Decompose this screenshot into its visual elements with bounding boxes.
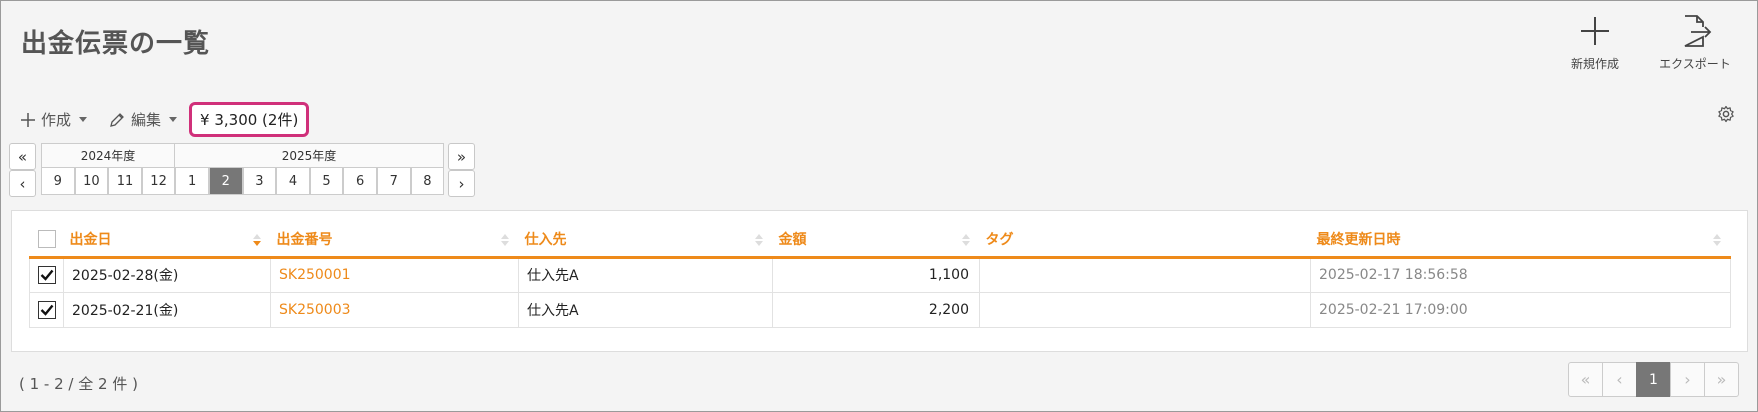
column-label: タグ bbox=[985, 232, 1014, 249]
caret-down-icon bbox=[79, 117, 88, 122]
new-button[interactable]: 新規作成 bbox=[1553, 13, 1637, 72]
amount-cell: 2,200 bbox=[772, 291, 980, 328]
select-all-checkbox[interactable] bbox=[37, 230, 56, 249]
export-button[interactable]: エクスポート bbox=[1653, 13, 1737, 72]
sort-desc-icon bbox=[252, 234, 261, 246]
column-label: 最終更新日時 bbox=[1316, 232, 1401, 249]
window: 出金伝票の一覧 新規作成 エクスポート 作成 編集 ¥ 3,300 (2件) «… bbox=[0, 0, 1758, 412]
fiscal-year-label: 2025年度 bbox=[174, 143, 444, 168]
column-header-tag[interactable]: タグ bbox=[979, 223, 1311, 259]
date-cell: 2025-02-21(金) bbox=[63, 291, 271, 328]
new-button-label: 新規作成 bbox=[1570, 57, 1619, 71]
edit-label: 編集 bbox=[131, 111, 162, 129]
month-button[interactable]: 11 bbox=[108, 168, 142, 195]
month-button[interactable]: 4 bbox=[276, 168, 310, 195]
plus-icon bbox=[1581, 17, 1609, 45]
month-button[interactable]: 5 bbox=[309, 168, 344, 195]
month-button[interactable]: 12 bbox=[141, 168, 176, 195]
select-all-cell bbox=[29, 223, 64, 259]
pencil-icon bbox=[110, 112, 124, 127]
fiscal-year-row: 2024年度 2025年度 bbox=[41, 143, 444, 168]
supplier-cell: 仕入先A bbox=[518, 291, 773, 328]
sort-icon bbox=[1712, 234, 1721, 246]
tag-cell bbox=[979, 291, 1311, 328]
export-button-label: エクスポート bbox=[1659, 57, 1731, 71]
month-button[interactable]: 1 bbox=[175, 168, 209, 195]
amount-cell: 1,100 bbox=[772, 256, 980, 293]
top-actions: 新規作成 エクスポート bbox=[1553, 13, 1737, 72]
checkbox-checked-icon[interactable] bbox=[37, 300, 56, 319]
export-icon bbox=[1684, 15, 1712, 47]
voucher-number-link[interactable]: SK250001 bbox=[270, 256, 519, 293]
fiscal-year-label: 2024年度 bbox=[41, 143, 175, 168]
row-checkbox-cell bbox=[29, 256, 64, 293]
prev-period-button[interactable]: ‹ bbox=[9, 170, 36, 197]
supplier-cell: 仕入先A bbox=[518, 256, 773, 293]
pager-current-page[interactable]: 1 bbox=[1636, 362, 1671, 397]
column-header-supplier[interactable]: 仕入先 bbox=[518, 223, 773, 259]
checkbox-checked-icon[interactable] bbox=[37, 266, 56, 284]
create-dropdown-button[interactable]: 作成 bbox=[21, 109, 88, 130]
column-label: 仕入先 bbox=[524, 232, 567, 249]
month-button[interactable]: 8 bbox=[410, 168, 445, 195]
updated-cell: 2025-02-17 18:56:58 bbox=[1310, 256, 1731, 293]
pager-first-button[interactable]: « bbox=[1568, 362, 1603, 397]
total-amount-badge: ¥ 3,300 (2件) bbox=[189, 102, 310, 137]
pagination: « ‹ 1 › » bbox=[1568, 362, 1739, 397]
month-row: 9 10 11 12 1 2 3 4 5 6 7 8 bbox=[41, 168, 445, 195]
settings-button[interactable] bbox=[1717, 105, 1735, 127]
column-header-updated[interactable]: 最終更新日時 bbox=[1310, 223, 1731, 259]
voucher-number-link[interactable]: SK250003 bbox=[270, 291, 519, 328]
table-row[interactable]: 2025-02-21(金) SK250003 仕入先A 2,200 2025-0… bbox=[29, 291, 1731, 328]
month-button[interactable]: 9 bbox=[41, 168, 75, 195]
column-label: 出金日 bbox=[69, 232, 112, 249]
month-button[interactable]: 10 bbox=[74, 168, 109, 195]
plus-icon bbox=[21, 112, 35, 127]
first-period-button[interactable]: « bbox=[9, 143, 36, 170]
sort-icon bbox=[500, 234, 509, 246]
column-header-date[interactable]: 出金日 bbox=[63, 223, 271, 259]
edit-dropdown-button[interactable]: 編集 bbox=[109, 109, 178, 130]
pager-next-button[interactable]: › bbox=[1670, 362, 1705, 397]
month-button[interactable]: 3 bbox=[242, 168, 277, 195]
table-row[interactable]: 2025-02-28(金) SK250001 仕入先A 1,100 2025-0… bbox=[29, 256, 1731, 293]
tag-cell bbox=[979, 256, 1311, 293]
gear-icon bbox=[1718, 105, 1734, 123]
column-label: 金額 bbox=[778, 232, 807, 249]
caret-down-icon bbox=[169, 117, 178, 122]
month-button[interactable]: 7 bbox=[376, 168, 411, 195]
row-checkbox-cell bbox=[29, 291, 64, 328]
toolbar: 作成 編集 ¥ 3,300 (2件) bbox=[21, 102, 310, 137]
sort-icon bbox=[754, 234, 763, 246]
sort-icon bbox=[961, 234, 970, 246]
voucher-table: 出金日 出金番号 仕入先 金額 タグ 最終更新日時 2025-02-28(金) … bbox=[29, 223, 1731, 328]
next-period-button[interactable]: › bbox=[448, 170, 475, 197]
page-title: 出金伝票の一覧 bbox=[21, 29, 211, 59]
result-range-text: ( 1 - 2 / 全 2 件 ) bbox=[19, 375, 138, 393]
table-header-row: 出金日 出金番号 仕入先 金額 タグ 最終更新日時 bbox=[29, 223, 1731, 259]
month-button[interactable]: 6 bbox=[343, 168, 377, 195]
month-button-selected[interactable]: 2 bbox=[208, 168, 243, 195]
period-selector: 2024年度 2025年度 9 10 11 12 1 2 3 4 5 6 7 8 bbox=[41, 143, 445, 195]
pager-last-button[interactable]: » bbox=[1704, 362, 1739, 397]
pager-prev-button[interactable]: ‹ bbox=[1602, 362, 1637, 397]
last-period-button[interactable]: » bbox=[448, 143, 475, 170]
column-label: 出金番号 bbox=[276, 232, 333, 249]
table-panel: 出金日 出金番号 仕入先 金額 タグ 最終更新日時 2025-02-28(金) … bbox=[11, 210, 1748, 352]
updated-cell: 2025-02-21 17:09:00 bbox=[1310, 291, 1731, 328]
column-header-number[interactable]: 出金番号 bbox=[270, 223, 519, 259]
create-label: 作成 bbox=[41, 111, 72, 129]
column-header-amount[interactable]: 金額 bbox=[772, 223, 980, 259]
date-cell: 2025-02-28(金) bbox=[63, 256, 271, 293]
